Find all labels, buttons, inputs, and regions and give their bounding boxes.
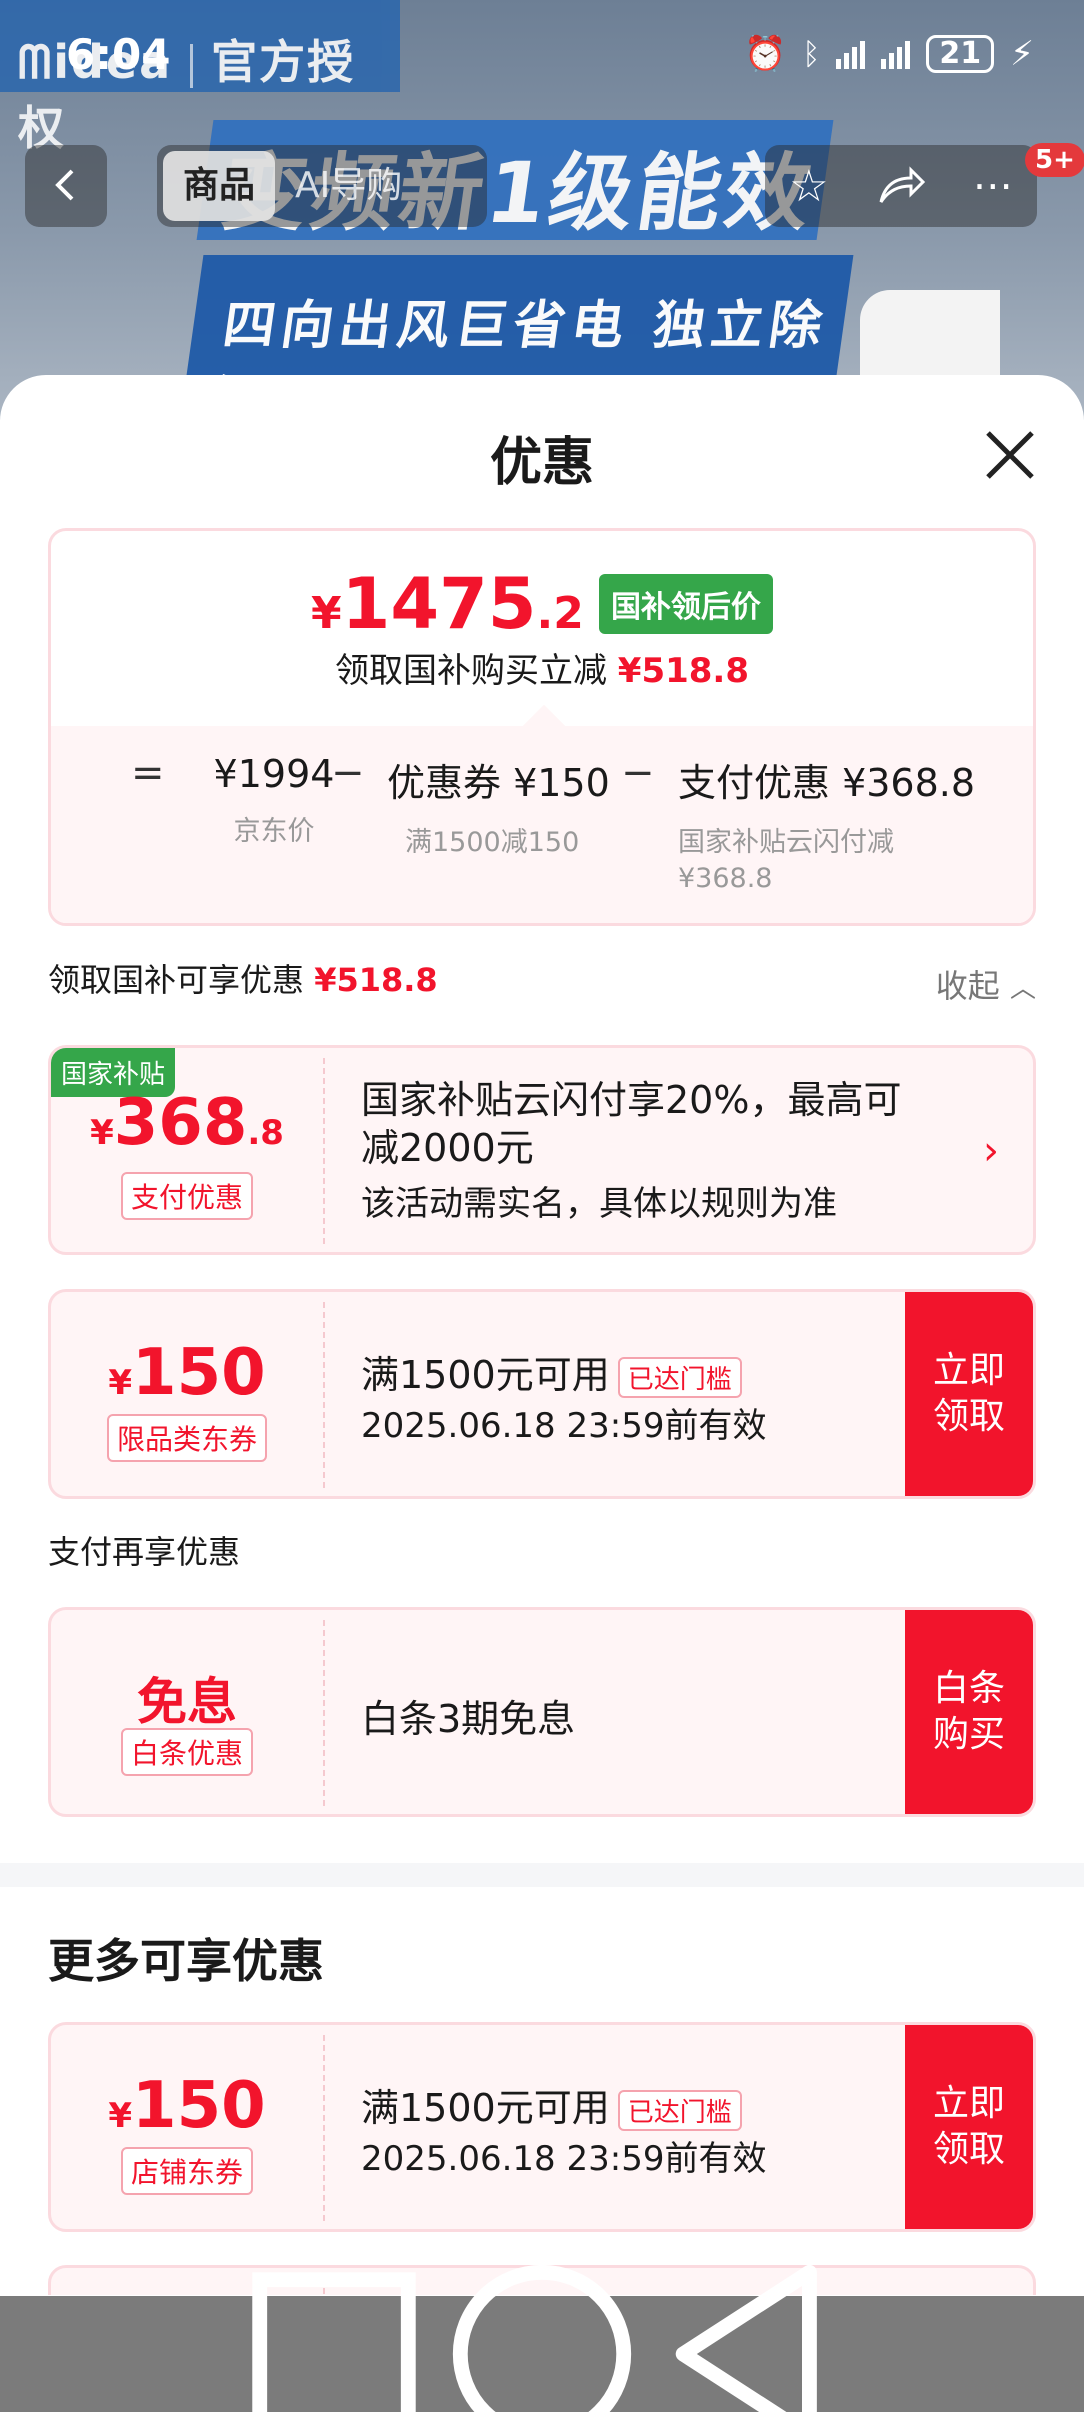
recents-icon[interactable] — [230, 2250, 438, 2412]
baitiao-offer: 白条3期免息 — [361, 1697, 576, 1741]
more-icon[interactable]: ⋯ — [973, 163, 1013, 209]
threshold-reached-chip: 已达门槛 — [617, 1357, 742, 1398]
home-icon[interactable] — [438, 2250, 646, 2412]
tab-ai-guide[interactable]: AI导购 — [275, 151, 422, 221]
baitiao-card: 免息 白条优惠 白条3期免息 白条 购买 — [48, 1607, 1036, 1817]
system-nav-bar — [0, 2264, 1084, 2412]
baitiao-badge: 白条优惠 — [120, 1728, 253, 1776]
payment-label-amount: ¥368.8 — [678, 863, 773, 894]
jd-price-label: 京东价 — [233, 816, 315, 847]
signal-icon — [881, 39, 911, 69]
coupon-block: 优惠券 ¥150 满1500减150 — [387, 752, 610, 861]
coupon-amount: 优惠券 ¥150 — [387, 761, 610, 805]
charging-icon: ⚡ — [1010, 34, 1034, 74]
payment-label: 国家补贴云闪付减 — [678, 827, 894, 858]
status-time: 6:04 — [66, 30, 171, 79]
promo-subline: 四向出风巨省电 独立除湿 — [186, 255, 854, 420]
coupon-expiry: 2025.06.18 23:59前有效 — [361, 1406, 767, 1446]
status-bar: 6:04 ⏰ ᛒ 21 ⚡ — [0, 0, 1084, 110]
baitiao-buy-button[interactable]: 白条 购买 — [905, 1610, 1033, 1814]
back-triangle-icon[interactable] — [646, 2250, 854, 2412]
payment-discount-badge: 支付优惠 — [120, 1172, 253, 1220]
battery-icon: 21 — [926, 35, 995, 73]
coupon-type-badge: 限品类东券 — [106, 1414, 267, 1462]
gov-subsidy-card[interactable]: 国家补贴 ¥368.8 支付优惠 国家补贴云闪付享20%，最高可减2000元 该… — [48, 1045, 1036, 1255]
alarm-icon: ⏰ — [744, 34, 787, 74]
final-price: ¥1475.2 — [311, 563, 584, 645]
price-subtext: 领取国补购买立减 ¥518.8 — [334, 651, 749, 691]
gov-subsidy-note: 该活动需实名，具体以规则为准 — [361, 1184, 837, 1224]
collapse-button[interactable]: 收起 ︿ — [936, 961, 1036, 1007]
close-icon[interactable] — [980, 425, 1040, 485]
interest-free-title: 免息 — [137, 1673, 237, 1731]
tab-product[interactable]: 商品 — [163, 151, 276, 221]
discount-sheet: 优惠 ¥1475.2 国补领后价 领取国补购买立减 ¥518.8 = ¥1994… — [0, 375, 1084, 2295]
threshold-reached-chip: 已达门槛 — [617, 2090, 742, 2131]
coupon-amount: ¥150 — [108, 2069, 266, 2143]
chevron-left-icon — [55, 169, 74, 201]
payment-amount: 支付优惠 ¥368.8 — [678, 761, 976, 805]
category-coupon-card: ¥150 限品类东券 满1500元可用 已达门槛 2025.06.18 23:59… — [48, 1289, 1036, 1499]
gov-subsidy-description: 国家补贴云闪付享20%，最高可减2000元 — [361, 1078, 902, 1170]
chevron-right-icon: › — [983, 1128, 999, 1174]
coupon-type-badge: 店铺东券 — [120, 2147, 253, 2195]
claim-coupon-button[interactable]: 立即 领取 — [905, 2025, 1033, 2229]
minus-sign: − — [331, 750, 365, 796]
coupon-amount: ¥150 — [108, 1336, 266, 1410]
payment-block: 支付优惠 ¥368.8 国家补贴云闪付减 ¥368.8 — [678, 752, 975, 897]
coupon-label: 满1500减150 — [405, 827, 580, 858]
store-coupon-card: ¥150 店铺东券 满1500元可用 已达门槛 2025.06.18 23:59前… — [48, 2022, 1036, 2232]
nav-tabs: 商品 AI导购 — [157, 145, 487, 227]
share-icon[interactable] — [877, 166, 925, 206]
star-icon[interactable]: ☆ — [789, 161, 828, 212]
section-divider — [0, 1863, 1084, 1887]
notification-badge: 5+ — [1025, 143, 1084, 177]
bluetooth-icon: ᛒ — [802, 36, 821, 72]
gov-subsidy-amount: ¥368.8 — [90, 1086, 284, 1160]
signal-icon — [836, 39, 866, 69]
price-tag: 国补领后价 — [598, 574, 773, 634]
gov-subsidy-section-label: 领取国补可享优惠 ¥518.8 — [48, 961, 438, 999]
payment-section-label: 支付再享优惠 — [48, 1533, 241, 1571]
chevron-up-icon: ︿ — [1009, 974, 1036, 1004]
coupon-expiry: 2025.06.18 23:59前有效 — [361, 2139, 767, 2179]
equals-sign: = — [131, 750, 165, 796]
more-offers-title: 更多可享优惠 — [48, 1934, 324, 1988]
sheet-title: 优惠 — [489, 433, 594, 493]
claim-coupon-button[interactable]: 立即 领取 — [905, 1292, 1033, 1496]
coupon-condition: 满1500元可用 已达门槛 — [361, 2077, 742, 2132]
back-button[interactable] — [25, 145, 107, 227]
coupon-condition: 满1500元可用 已达门槛 — [361, 1344, 742, 1399]
price-summary-card: ¥1475.2 国补领后价 领取国补购买立减 ¥518.8 = ¥1994 京东… — [48, 528, 1036, 926]
minus-sign: − — [621, 750, 655, 796]
nav-actions: ☆ ⋯ — [765, 145, 1037, 227]
